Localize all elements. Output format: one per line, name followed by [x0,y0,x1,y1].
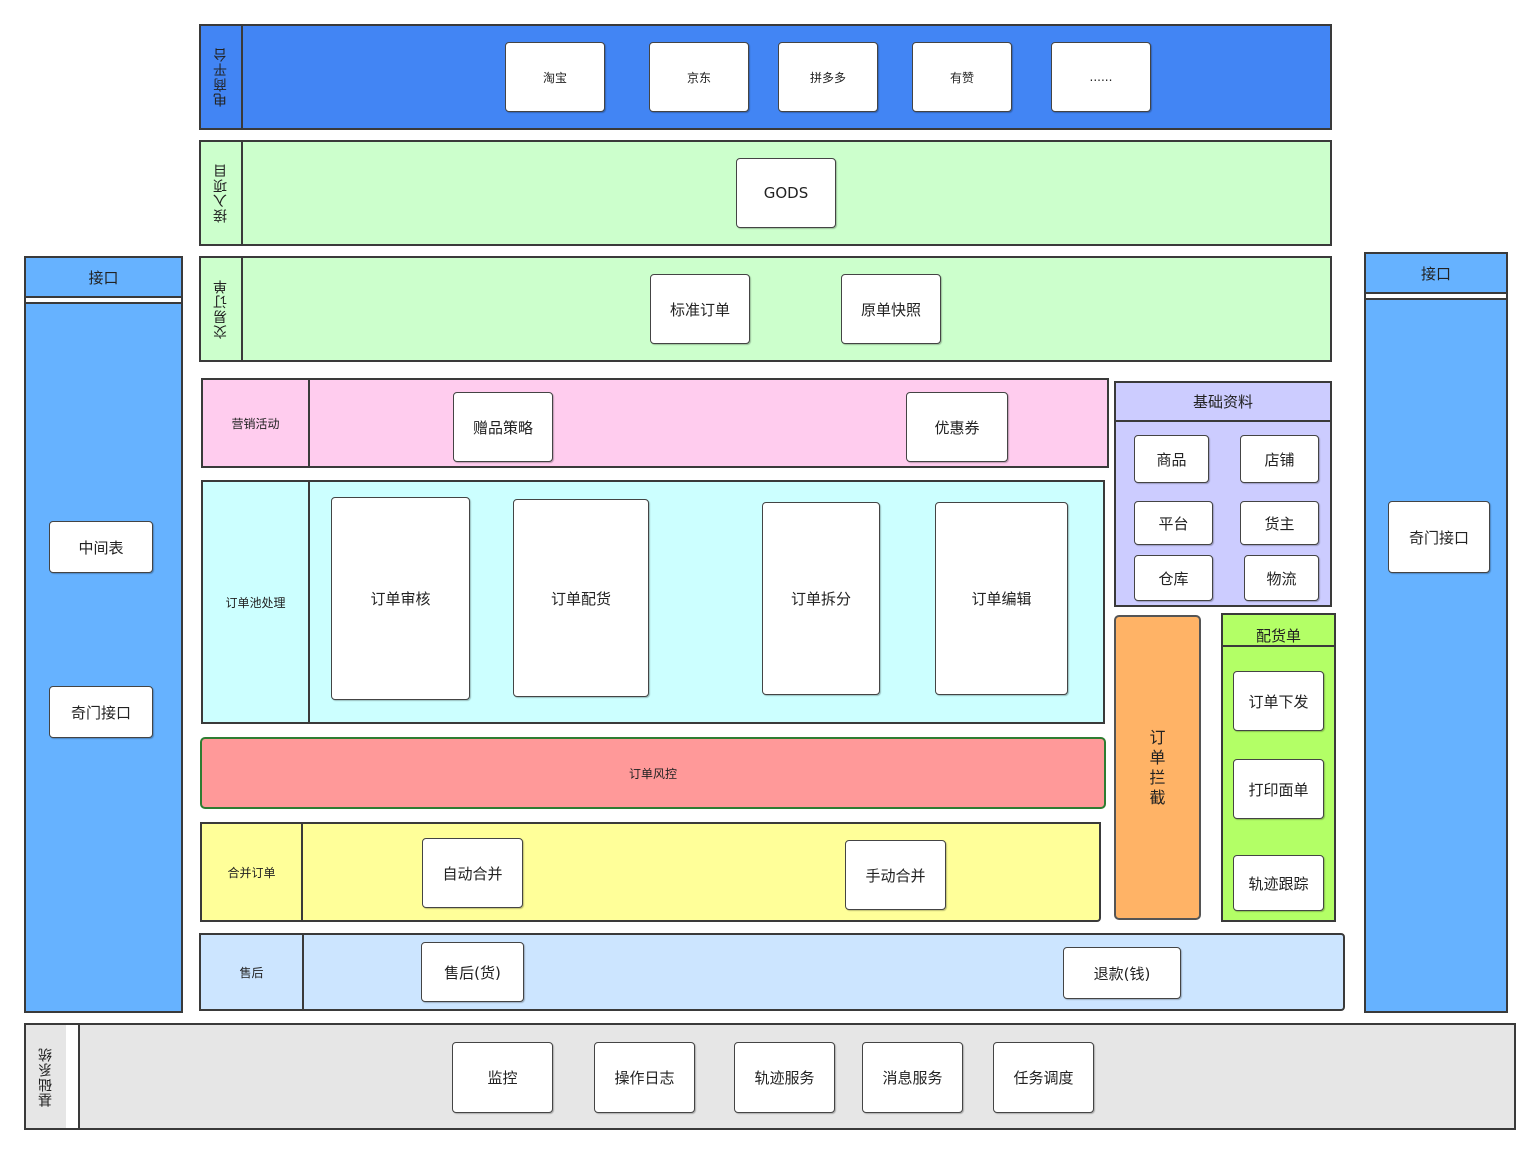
risk-lane-label: 订单风控 [628,766,677,781]
base-system-label-divider [66,1025,80,1128]
base-system-lane: 基础系统 监控 操作日志 轨迹服务 消息服务 任务调度 [24,1023,1516,1130]
ecommerce-lane-label: 电商平台 [201,26,243,128]
picking-panel: 配货单 订单下发 打印面单 轨迹跟踪 [1221,613,1336,922]
marketing-lane-label: 营销活动 [203,380,310,466]
picking-dispatch[interactable]: 订单下发 [1233,671,1324,731]
intercept-label: 订单拦截 [1149,727,1166,807]
right-interface-panel: 接口 奇门接口 [1364,252,1508,1013]
merge-lane: 合并订单 自动合并 手动合并 [200,822,1101,922]
trade-standard-order[interactable]: 标准订单 [650,274,750,344]
aftersale-lane: 售后 售后(货) 退款(钱) [199,933,1345,1011]
merge-manual[interactable]: 手动合并 [845,840,946,910]
merge-auto[interactable]: 自动合并 [422,838,523,908]
access-lane: 接入项目 GODS [199,140,1332,246]
base-info-title: 基础资料 [1116,383,1330,422]
marketing-lane: 营销活动 赠品策略 优惠券 [201,378,1109,468]
picking-tracking[interactable]: 轨迹跟踪 [1233,855,1324,911]
base-info-logistics[interactable]: 物流 [1244,555,1319,601]
base-system-lane-label: 基础系统 [26,1025,68,1128]
base-info-shop[interactable]: 店铺 [1240,435,1319,483]
left-interface-middle-table[interactable]: 中间表 [49,521,153,573]
platform-youzan[interactable]: 有赞 [912,42,1012,112]
ecommerce-lane: 电商平台 淘宝 京东 拼多多 有赞 ...... [199,24,1332,130]
trade-lane: 交易订单 标准订单 原单快照 [199,256,1332,362]
right-interface-title: 接口 [1366,254,1506,294]
left-interface-qimen[interactable]: 奇门接口 [49,686,153,738]
aftersale-goods[interactable]: 售后(货) [421,942,524,1002]
pool-lane: 订单池处理 订单审核 订单配货 订单拆分 订单编辑 [201,480,1105,724]
base-system-operation-log[interactable]: 操作日志 [594,1042,695,1113]
base-system-monitor[interactable]: 监控 [452,1042,553,1113]
pool-lane-label: 订单池处理 [203,482,310,722]
marketing-coupon[interactable]: 优惠券 [906,392,1008,462]
aftersale-refund[interactable]: 退款(钱) [1063,947,1181,999]
right-interface-divider [1366,294,1506,300]
pool-order-edit[interactable]: 订单编辑 [935,502,1068,695]
platform-pinduoduo[interactable]: 拼多多 [778,42,878,112]
left-interface-divider [26,298,181,304]
pool-order-allocation[interactable]: 订单配货 [513,499,649,697]
risk-lane[interactable]: 订单风控 [200,737,1106,809]
base-system-message-service[interactable]: 消息服务 [862,1042,963,1113]
picking-title: 配货单 [1223,615,1334,647]
base-system-task-scheduling[interactable]: 任务调度 [993,1042,1094,1113]
base-info-platform[interactable]: 平台 [1134,501,1213,545]
marketing-gift-strategy[interactable]: 赠品策略 [453,392,553,462]
base-info-panel: 基础资料 商品 店铺 平台 货主 仓库 物流 [1114,381,1332,607]
picking-print-waybill[interactable]: 打印面单 [1233,759,1324,819]
pool-order-split[interactable]: 订单拆分 [762,502,880,695]
platform-taobao[interactable]: 淘宝 [505,42,605,112]
pool-order-review[interactable]: 订单审核 [331,497,470,700]
left-interface-title: 接口 [26,258,181,298]
merge-lane-label: 合并订单 [202,824,303,920]
platform-jd[interactable]: 京东 [649,42,749,112]
intercept-column[interactable]: 订单拦截 [1114,615,1201,920]
trade-original-snapshot[interactable]: 原单快照 [841,274,941,344]
aftersale-lane-label: 售后 [201,935,304,1009]
base-info-product[interactable]: 商品 [1134,435,1209,483]
access-gods[interactable]: GODS [736,158,836,228]
left-interface-panel: 接口 中间表 奇门接口 [24,256,183,1013]
right-interface-qimen[interactable]: 奇门接口 [1388,501,1490,573]
base-info-owner[interactable]: 货主 [1240,501,1319,545]
access-lane-label: 接入项目 [201,142,243,244]
base-info-warehouse[interactable]: 仓库 [1134,555,1213,601]
base-system-track-service[interactable]: 轨迹服务 [734,1042,835,1113]
platform-more[interactable]: ...... [1051,42,1151,112]
trade-lane-label: 交易订单 [201,258,243,360]
